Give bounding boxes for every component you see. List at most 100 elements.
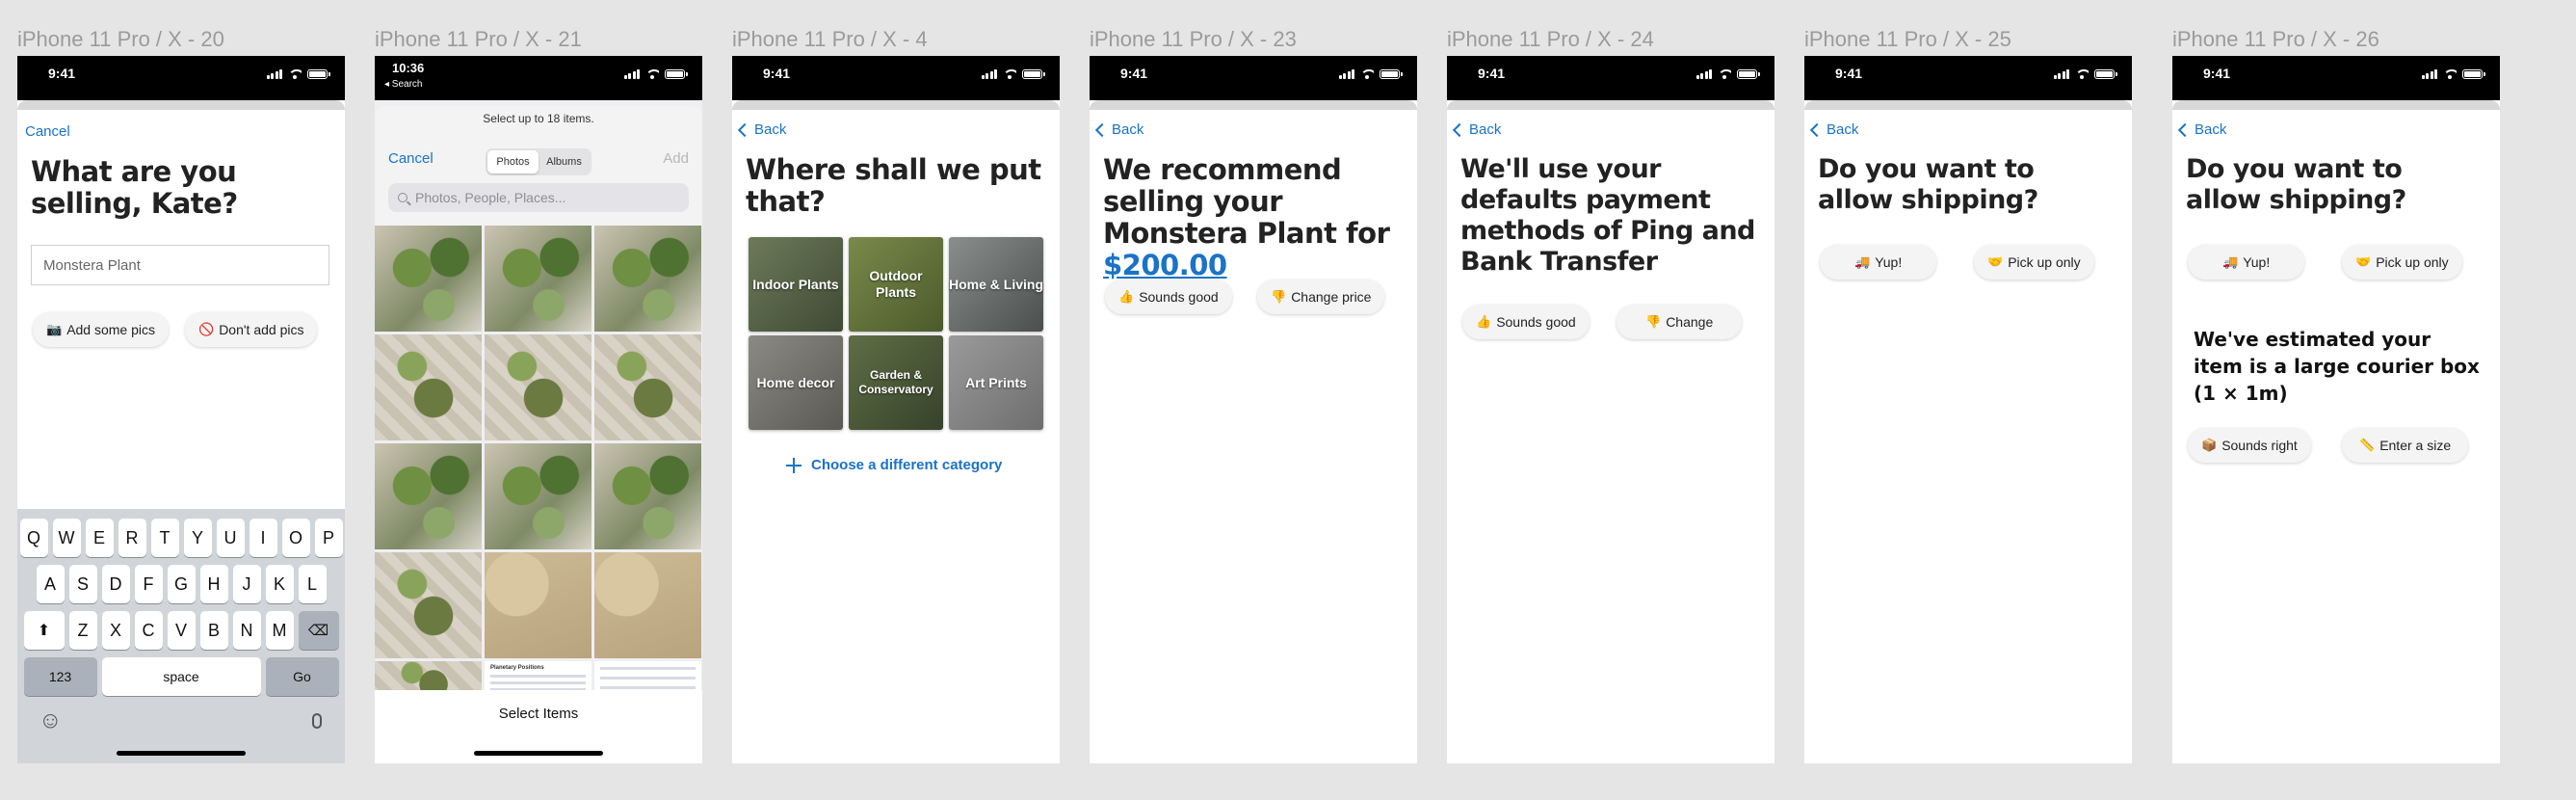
category-art-prints[interactable]: Art Prints [949,335,1043,430]
wifi-icon [288,68,302,79]
frame-title: iPhone 11 Pro / X - 21 [375,27,582,51]
key-q[interactable]: Q [19,519,48,557]
cancel-button[interactable]: Cancel [388,150,434,167]
pickup-only-button[interactable]: 🤝 Pick up only [2342,245,2462,280]
thumbs-down-icon: 👎 [1271,289,1287,305]
status-time: 9:41 [2203,66,2231,81]
photo-thumbnail[interactable] [375,552,482,658]
photo-thumbnail[interactable] [485,226,591,332]
key-j[interactable]: J [232,565,261,603]
photo-thumbnail[interactable] [594,334,701,440]
change-price-button[interactable]: 👎 Change price [1257,280,1385,314]
key-i[interactable]: I [249,519,277,557]
key-l[interactable]: L [298,565,327,603]
sounds-right-label: Sounds right [2221,438,2298,453]
battery-icon [1022,68,1045,79]
chevron-left-icon [1094,122,1110,137]
space-key[interactable]: space [101,657,261,696]
key-m[interactable]: M [265,611,294,650]
choose-category-label: Choose a different category [811,457,1003,473]
key-y[interactable]: Y [183,519,212,557]
key-u[interactable]: U [216,519,245,557]
key-d[interactable]: D [101,565,130,603]
key-v[interactable]: V [167,611,196,650]
category-indoor-plants[interactable]: Indoor Plants [749,237,843,332]
back-button[interactable]: Back [1452,121,1501,138]
photo-thumbnail[interactable] [594,226,701,332]
backspace-key[interactable]: ⌫ [298,611,339,650]
microphone-icon[interactable] [312,713,322,729]
photo-thumbnail[interactable] [485,443,591,549]
key-p[interactable]: P [314,519,343,557]
category-home-living[interactable]: Home & Living [949,237,1043,332]
key-t[interactable]: T [150,519,179,557]
page-title: Where shall we put that? [746,153,1041,218]
tab-photos[interactable]: Photos [487,150,539,173]
item-name-input[interactable]: Monstera Plant [31,245,329,285]
photo-thumbnail[interactable] [375,226,482,332]
chevron-left-icon [1809,122,1825,137]
yup-button[interactable]: 🚚 Yup! [1820,245,1937,280]
price-heading-text: We recommend selling your Monstera Plant… [1103,153,1390,250]
tab-albums[interactable]: Albums [539,150,590,173]
phone-screen-shipping: 9:41 Back Do you want to allow shipping?… [1804,56,2132,763]
back-button[interactable]: Back [737,121,786,138]
key-r[interactable]: R [118,519,146,557]
photo-thumbnail[interactable] [485,552,591,658]
go-key[interactable]: Go [265,657,339,696]
pickup-only-button[interactable]: 🤝 Pick up only [1974,245,2094,280]
photo-thumbnail[interactable] [594,552,701,658]
phone-screen-shipping-estimate: 9:41 Back Do you want to allow shipping?… [2172,56,2500,763]
key-w[interactable]: W [52,519,81,557]
key-b[interactable]: B [199,611,228,650]
frame-title: iPhone 11 Pro / X - 24 [1447,27,1654,51]
yup-button[interactable]: 🚚 Yup! [2188,245,2305,280]
key-e[interactable]: E [85,519,114,557]
change-button[interactable]: 👎 Change [1617,305,1743,339]
battery-icon [2462,68,2485,79]
sounds-good-button[interactable]: 👍 Sounds good [1462,305,1590,339]
price-link[interactable]: $200.00 [1103,249,1227,281]
key-f[interactable]: F [134,565,163,603]
key-x[interactable]: X [101,611,130,650]
photo-thumbnail[interactable] [375,334,482,440]
key-k[interactable]: K [265,565,294,603]
sounds-good-button[interactable]: 👍 Sounds good [1105,280,1232,314]
handshake-icon: 🤝 [1987,254,2004,270]
add-pics-button[interactable]: 📷 Add some pics [33,312,170,347]
thumbs-up-icon: 👍 [1118,289,1135,305]
thumbs-down-icon: 👎 [1645,314,1662,330]
choose-category-link[interactable]: Choose a different category [786,457,1002,473]
enter-size-button[interactable]: 📏 Enter a size [2342,428,2469,463]
category-outdoor-plants[interactable]: Outdoor Plants [849,237,943,332]
key-s[interactable]: S [68,565,97,603]
key-o[interactable]: O [281,519,310,557]
emoji-keyboard-icon[interactable]: ☺ [39,707,63,734]
back-button[interactable]: Back [2177,121,2226,138]
key-g[interactable]: G [167,565,196,603]
phone-screen-photo-picker: 10:36 ◂ Search Select up to 18 items. Ca… [375,56,702,763]
category-garden-conservatory[interactable]: Garden & Conservatory [849,335,943,430]
key-a[interactable]: A [36,565,65,603]
back-button[interactable]: Back [1094,121,1143,138]
sounds-right-button[interactable]: 📦 Sounds right [2188,428,2311,463]
photo-thumbnail[interactable] [594,443,701,549]
add-button[interactable]: Add [663,150,689,167]
key-z[interactable]: Z [68,611,97,650]
key-c[interactable]: C [134,611,163,650]
key-h[interactable]: H [199,565,228,603]
cancel-button[interactable]: Cancel [25,123,70,140]
photo-search-input[interactable]: Photos, People, Places... [388,183,689,212]
shift-key[interactable]: ⬆ [23,611,65,650]
photo-thumbnail[interactable] [375,443,482,549]
status-bar: 9:41 [732,56,1060,100]
category-home-decor[interactable]: Home decor [749,335,843,430]
photo-thumbnail[interactable] [485,334,591,440]
status-bar: 10:36 ◂ Search [375,56,702,100]
dont-add-pics-button[interactable]: 🚫 Don't add pics [185,312,318,347]
back-button[interactable]: Back [1809,121,1858,138]
back-to-search-link[interactable]: ◂ Search [384,79,422,90]
numbers-key[interactable]: 123 [23,657,97,696]
search-placeholder: Photos, People, Places... [415,190,566,205]
key-n[interactable]: N [232,611,261,650]
